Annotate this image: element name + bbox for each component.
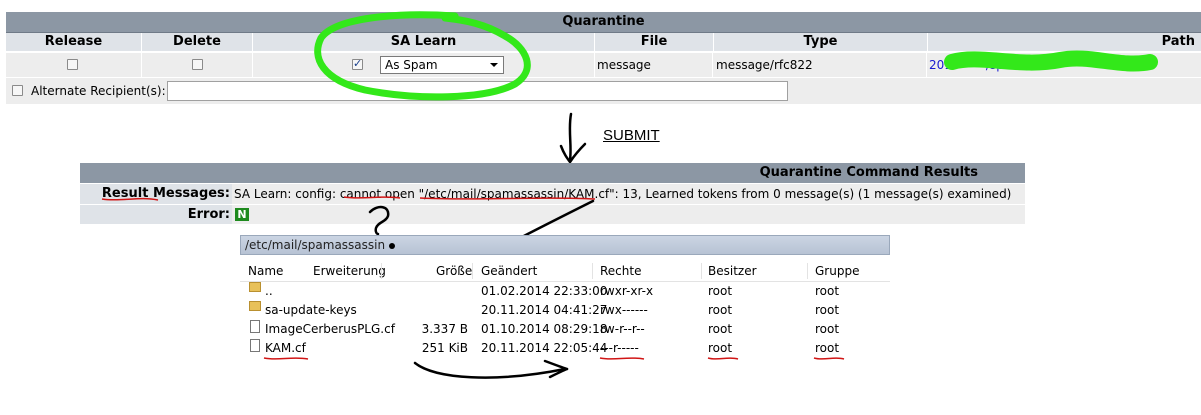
quarantine-title: Quarantine	[6, 12, 1201, 33]
col-type: Type	[714, 33, 928, 51]
folder-icon	[249, 301, 261, 311]
list-item[interactable]: ImageCerberusPLG.cf 3.337 B 01.10.2014 0…	[240, 320, 890, 339]
file-browser: /etc/mail/spamassassin Name Erweiterung …	[240, 235, 890, 365]
error-label: Error:	[80, 205, 232, 224]
col-name[interactable]: Name	[248, 261, 283, 281]
col-release: Release	[6, 33, 142, 51]
path-redaction-scribble	[944, 50, 1158, 72]
alternate-recipient-row: Alternate Recipient(s):	[6, 77, 1201, 104]
file-cell: message	[595, 53, 713, 77]
col-modified[interactable]: Geändert	[481, 261, 537, 281]
delete-checkbox[interactable]	[192, 59, 203, 70]
file-icon	[250, 339, 260, 352]
col-group[interactable]: Gruppe	[815, 261, 859, 281]
submit-annotation: SUBMIT	[603, 127, 660, 144]
highlight-circle-annotation	[314, 11, 531, 101]
col-rights[interactable]: Rechte	[600, 261, 641, 281]
type-cell: message/rfc822	[714, 53, 927, 77]
results-title: Quarantine Command Results	[80, 163, 1025, 183]
col-delete: Delete	[142, 33, 253, 51]
file-browser-header: Name Erweiterung Größe Geändert Rechte B…	[240, 261, 890, 282]
file-icon	[250, 320, 260, 333]
file-browser-path[interactable]: /etc/mail/spamassassin	[240, 235, 890, 255]
list-item[interactable]: .. 01.02.2014 22:33:00 rwxr-xr-x root ro…	[240, 282, 890, 301]
alternate-recipient-checkbox[interactable]	[12, 85, 23, 96]
list-item[interactable]: sa-update-keys 20.11.2014 04:41:27 rwx--…	[240, 301, 890, 320]
col-size[interactable]: Größe	[436, 261, 472, 281]
col-owner[interactable]: Besitzer	[708, 261, 757, 281]
release-checkbox[interactable]	[67, 59, 78, 70]
dot-annotation	[389, 243, 395, 249]
curved-arrow-icon	[413, 359, 569, 379]
col-extension[interactable]: Erweiterung	[313, 261, 386, 281]
col-file: File	[595, 33, 714, 51]
alternate-recipient-label: Alternate Recipient(s):	[31, 84, 166, 98]
down-arrow-icon	[559, 112, 587, 165]
parent-folder-icon	[249, 282, 261, 292]
error-badge: N	[235, 208, 249, 221]
